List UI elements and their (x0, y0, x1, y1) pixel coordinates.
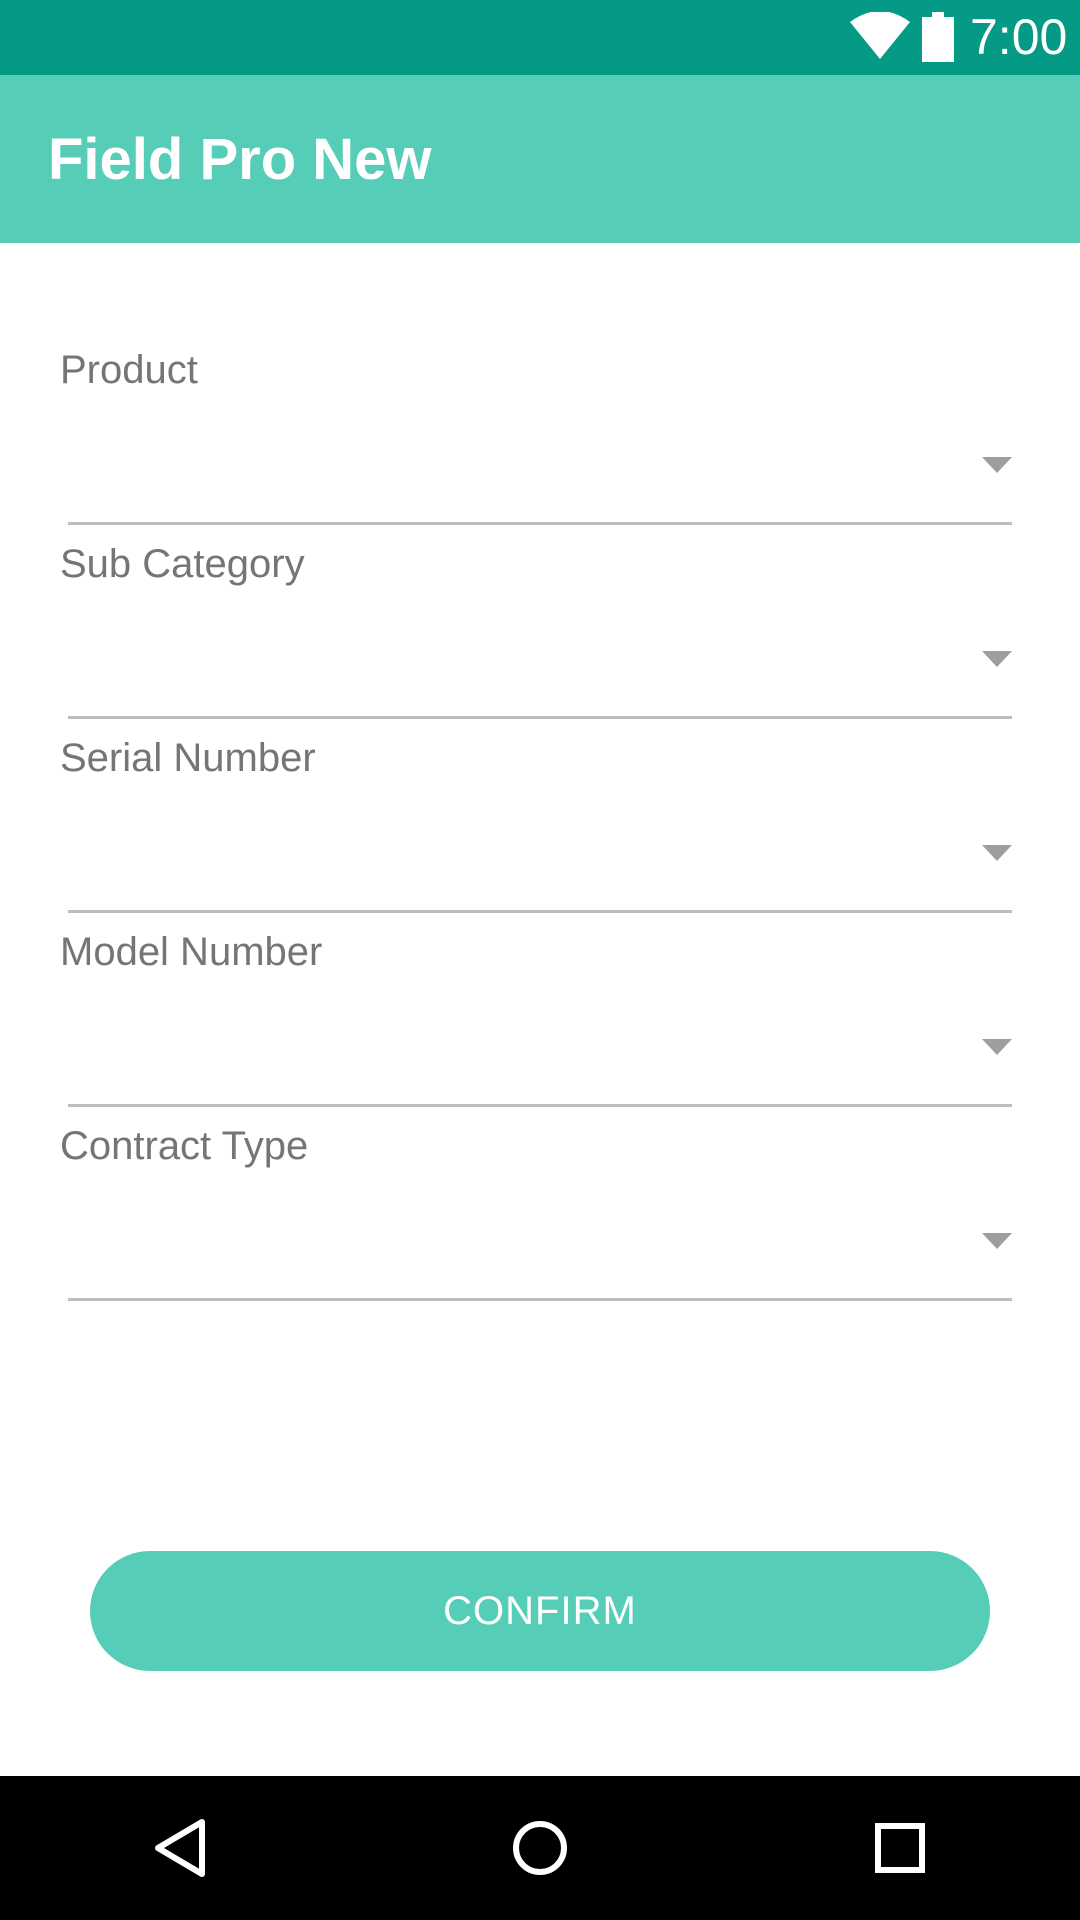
wifi-icon (850, 12, 910, 59)
field-label: Model Number (60, 930, 323, 974)
status-time: 7:00 (970, 9, 1068, 65)
dropdown-arrow-icon (982, 1039, 1012, 1055)
battery-icon (922, 12, 954, 62)
dropdown-arrow-icon (982, 457, 1012, 473)
home-icon[interactable] (500, 1808, 580, 1888)
navigation-bar (0, 1776, 1080, 1920)
field-sub-category: Sub Category (0, 539, 1080, 733)
field-label: Serial Number (60, 736, 316, 780)
recent-apps-icon[interactable] (860, 1808, 940, 1888)
screen: 7:00 Field Pro New Product Sub Category … (0, 0, 1080, 1920)
dropdown-arrow-icon (982, 651, 1012, 667)
app-title: Field Pro New (48, 127, 432, 192)
field-contract-type: Contract Type (0, 1121, 1080, 1315)
model-number-dropdown[interactable] (68, 997, 1012, 1107)
field-label: Contract Type (60, 1124, 309, 1168)
dropdown-arrow-icon (982, 845, 1012, 861)
field-model-number: Model Number (0, 927, 1080, 1121)
status-bar: 7:00 (0, 0, 1080, 75)
field-serial-number: Serial Number (0, 733, 1080, 927)
back-icon[interactable] (140, 1808, 220, 1888)
field-product: Product (0, 345, 1080, 539)
dropdown-arrow-icon (982, 1233, 1012, 1249)
product-dropdown[interactable] (68, 415, 1012, 525)
serial-number-dropdown[interactable] (68, 803, 1012, 913)
field-label: Product (60, 348, 198, 392)
field-label: Sub Category (60, 542, 305, 586)
sub-category-dropdown[interactable] (68, 609, 1012, 719)
app-bar: Field Pro New (0, 75, 1080, 243)
confirm-button[interactable]: CONFIRM (90, 1551, 990, 1671)
contract-type-dropdown[interactable] (68, 1191, 1012, 1301)
